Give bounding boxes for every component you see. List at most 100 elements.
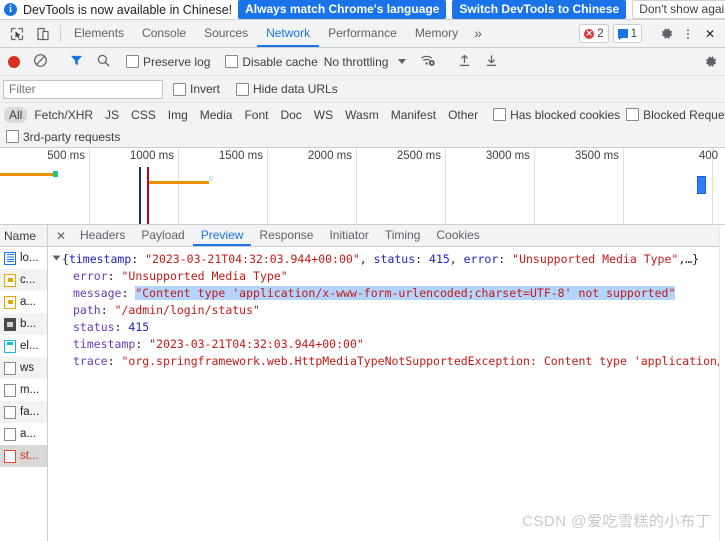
network-overview[interactable]: 500 ms 1000 ms 1500 ms 2000 ms 2500 ms 3… — [0, 148, 725, 225]
type-filter-ws[interactable]: WS — [309, 107, 338, 123]
request-row-6[interactable]: m... — [0, 379, 47, 401]
request-row-8[interactable]: a... — [0, 423, 47, 445]
tab-payload[interactable]: Payload — [133, 225, 192, 246]
generic-file-icon — [4, 405, 16, 419]
type-filter-font[interactable]: Font — [239, 107, 273, 123]
invert-checkbox[interactable]: Invert — [173, 82, 220, 96]
summary-ellipsis: ,…} — [678, 252, 700, 266]
json-row-trace[interactable]: trace: "org.springframework.web.HttpMedi… — [54, 353, 725, 370]
blocked-requests-checkbox[interactable]: Blocked Requests — [626, 108, 725, 122]
json-row-message[interactable]: message: "Content type 'application/x-ww… — [54, 285, 725, 302]
tab-sources[interactable]: Sources — [195, 20, 257, 47]
request-name-header[interactable]: Name — [0, 225, 47, 247]
type-filter-js[interactable]: JS — [100, 107, 124, 123]
devtools-window: i DevTools is now available in Chinese! … — [0, 0, 725, 541]
expand-triangle-icon[interactable] — [52, 255, 61, 261]
network-settings-gear-icon[interactable] — [699, 51, 721, 73]
inspect-element-icon[interactable] — [4, 20, 30, 47]
json-row-path[interactable]: path: "/admin/login/status" — [54, 302, 725, 319]
switch-devtools-chinese-button[interactable]: Switch DevTools to Chinese — [452, 0, 627, 19]
type-filter-media[interactable]: Media — [195, 107, 238, 123]
tab-response[interactable]: Response — [251, 225, 321, 246]
throttling-select[interactable]: No throttling — [324, 55, 389, 69]
request-row-0[interactable]: lo... — [0, 247, 47, 269]
tab-network[interactable]: Network — [257, 20, 320, 47]
request-row-4[interactable]: el... — [0, 335, 47, 357]
json-row-timestamp[interactable]: timestamp: "2023-03-21T04:32:03.944+00:0… — [54, 336, 725, 353]
preserve-log-checkbox[interactable]: Preserve log — [126, 55, 210, 69]
checkbox-box — [225, 55, 239, 68]
request-name: a... — [20, 296, 36, 308]
tab-preview[interactable]: Preview — [192, 225, 252, 246]
json-root-summary[interactable]: {timestamp: "2023-03-21T04:32:03.944+00:… — [52, 251, 725, 268]
close-detail-icon[interactable]: ✕ — [50, 225, 72, 246]
preview-json-viewer[interactable]: { timestamp: "2023-03-21T04:32:03.944+00:… — [48, 247, 725, 541]
hide-data-urls-checkbox[interactable]: Hide data URLs — [236, 82, 338, 96]
request-name: a... — [20, 428, 36, 440]
clear-icon[interactable] — [33, 53, 48, 71]
search-icon[interactable] — [96, 53, 111, 71]
error-count-badge[interactable]: ✕ 2 — [579, 24, 609, 43]
request-name: b... — [20, 318, 36, 330]
vertical-scrollbar[interactable] — [719, 225, 725, 541]
filter-icon[interactable] — [69, 53, 84, 71]
request-row-9-selected[interactable]: st... — [0, 445, 47, 467]
message-count-badge[interactable]: 1 — [612, 24, 642, 43]
disable-cache-checkbox[interactable]: Disable cache — [225, 55, 318, 69]
type-filter-manifest[interactable]: Manifest — [386, 107, 441, 123]
json-row-status[interactable]: status: 415 — [54, 319, 725, 336]
filter-input[interactable] — [3, 79, 163, 99]
close-devtools-icon[interactable]: ✕ — [699, 23, 721, 45]
import-har-icon[interactable] — [457, 53, 472, 71]
device-toolbar-icon[interactable] — [30, 20, 56, 47]
tab-timing[interactable]: Timing — [377, 225, 429, 246]
message-count: 1 — [630, 27, 637, 40]
request-row-3[interactable]: b... — [0, 313, 47, 335]
tab-initiator[interactable]: Initiator — [321, 225, 376, 246]
request-row-5[interactable]: ws — [0, 357, 47, 379]
request-row-7[interactable]: fa... — [0, 401, 47, 423]
brace-open: { — [62, 252, 69, 266]
has-blocked-cookies-checkbox[interactable]: Has blocked cookies — [493, 108, 620, 122]
tab-memory[interactable]: Memory — [406, 20, 467, 47]
kebab-menu-icon[interactable]: ⋮ — [677, 23, 699, 45]
checkbox-box — [236, 82, 250, 96]
tab-console[interactable]: Console — [133, 20, 195, 47]
request-row-2[interactable]: a... — [0, 291, 47, 313]
request-list[interactable]: lo... c... a... b... el... ws m... fa...… — [0, 247, 47, 541]
request-name: st... — [20, 450, 39, 462]
third-party-requests-checkbox[interactable]: 3rd-party requests — [6, 130, 120, 144]
type-filter-wasm[interactable]: Wasm — [340, 107, 384, 123]
request-row-1[interactable]: c... — [0, 269, 47, 291]
export-har-icon[interactable] — [484, 53, 499, 71]
type-filter-img[interactable]: Img — [163, 107, 193, 123]
info-icon: i — [4, 3, 17, 16]
checkbox-box — [493, 108, 507, 121]
image-icon — [4, 295, 16, 309]
network-conditions-icon[interactable] — [420, 53, 436, 71]
tab-cookies[interactable]: Cookies — [428, 225, 487, 246]
overview-tick: 2000 ms — [307, 150, 352, 162]
type-filter-all[interactable]: All — [4, 106, 28, 123]
more-tabs-icon[interactable]: » — [467, 20, 489, 47]
tab-elements[interactable]: Elements — [65, 20, 133, 47]
media-icon — [4, 317, 16, 331]
record-button[interactable] — [8, 55, 20, 68]
chevron-down-icon[interactable] — [398, 59, 407, 64]
load-event-marker — [147, 167, 149, 224]
type-filter-fetch-xhr[interactable]: Fetch/XHR — [29, 107, 98, 123]
type-filter-other[interactable]: Other — [443, 107, 483, 123]
dont-show-again-button[interactable]: Don't show again — [632, 0, 725, 19]
checkbox-box — [626, 108, 640, 121]
tab-headers[interactable]: Headers — [72, 225, 133, 246]
tab-performance[interactable]: Performance — [319, 20, 406, 47]
message-icon — [617, 29, 628, 40]
type-filter-doc[interactable]: Doc — [275, 107, 306, 123]
gear-icon[interactable] — [655, 23, 677, 45]
overview-tick: 1500 ms — [218, 150, 263, 162]
json-row-error[interactable]: error: "Unsupported Media Type" — [54, 268, 725, 285]
invert-label: Invert — [190, 82, 221, 96]
type-filter-css[interactable]: CSS — [126, 107, 161, 123]
json-value: "Unsupported Media Type" — [121, 269, 288, 283]
always-match-language-button[interactable]: Always match Chrome's language — [238, 0, 447, 19]
